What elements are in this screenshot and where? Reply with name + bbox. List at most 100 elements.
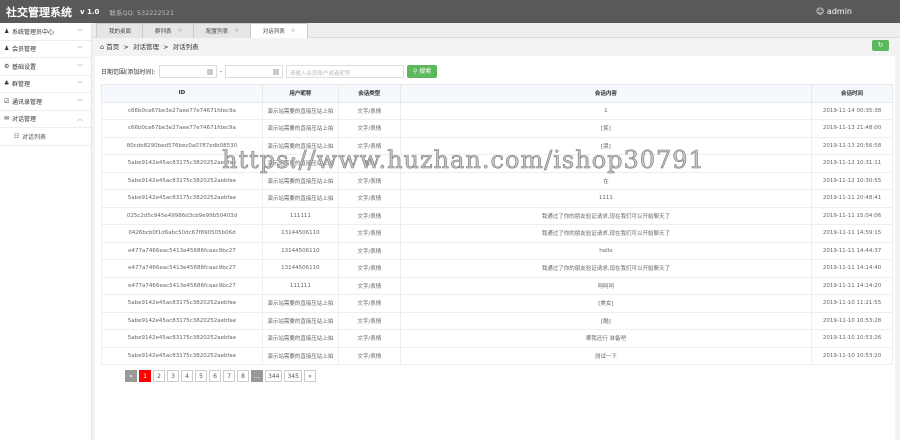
list-icon: ☷: [14, 132, 20, 140]
tab-item[interactable]: 群列表 ×: [142, 23, 196, 38]
sidebar-item-label: 群管理: [12, 81, 31, 89]
end-date-input[interactable]: [224, 65, 283, 78]
table-cell: 演示站需要的直接压站上拍: [261, 311, 339, 330]
tab-label: 配置列表: [206, 29, 229, 35]
sidebar-item[interactable]: ☑ 通讯录管理 ﹀: [0, 93, 91, 111]
table-cell: 5abe9142e45ac83175c3820252aebfae: [101, 329, 263, 348]
table-cell: 演示站需要的直接压站上拍: [261, 154, 339, 173]
table-cell: 2019-11-11 14:44:37: [811, 241, 893, 260]
table-cell: 文字/表情: [337, 329, 401, 348]
sidebar-item[interactable]: ♟ 系统管理员中心 ﹀: [0, 23, 91, 41]
user-icon: ♟: [4, 27, 10, 35]
app-version: v 1.0: [80, 7, 100, 16]
page-button[interactable]: 4: [181, 370, 193, 382]
sidebar-item-label: 通讯录管理: [12, 98, 43, 106]
sidebar-subitem-dialog-list[interactable]: ☷ 对话列表: [0, 128, 91, 146]
column-header[interactable]: 会话时间: [811, 84, 893, 103]
table-cell: 演示站需要的直接压站上拍: [261, 189, 339, 208]
page-button[interactable]: 2: [153, 370, 165, 382]
column-header[interactable]: 会话类型: [337, 84, 401, 103]
table-cell: e477a7466eac5413e45686fcaac9bc27: [101, 276, 263, 295]
date-dash: -: [219, 68, 222, 75]
table-cell: 呵呵呵: [399, 276, 813, 295]
close-icon[interactable]: ×: [234, 28, 239, 34]
table-row: 5abe9142e45ac83175c3820252aebfae 演示站需要的直接…: [101, 154, 893, 173]
sidebar-item-label: 系统管理员中心: [12, 28, 55, 36]
breadcrumb-level2: 对话列表: [172, 43, 199, 51]
tab-item[interactable]: 对话列表 ×: [249, 23, 309, 38]
sidebar-item[interactable]: ⚙ 基础设置 ﹀: [0, 58, 91, 76]
table-cell: 2019-11-10 10:53:26: [811, 329, 893, 348]
chevron-down-icon: ﹀: [76, 46, 83, 54]
table-cell: 111111: [261, 276, 339, 295]
page-button[interactable]: 1: [139, 370, 151, 382]
breadcrumb-level1[interactable]: 对话管理: [133, 43, 159, 51]
breadcrumb-sep: >: [163, 43, 169, 51]
page-button[interactable]: 6: [209, 370, 221, 382]
table-cell: 5abe9142e45ac83175c3820252aebfae: [101, 346, 263, 365]
page-button[interactable]: 3: [167, 370, 179, 382]
table-cell: 我通过了你的朋友验证请求,现在我们可以开始聊天了: [399, 206, 813, 225]
chat-icon: ✉: [4, 115, 10, 123]
next-page-button[interactable]: »: [303, 370, 316, 382]
chevron-down-icon: ﹀: [76, 98, 83, 106]
page-button[interactable]: 8: [237, 370, 249, 382]
table-cell: 1: [399, 101, 813, 120]
keyword-input[interactable]: 请输入会员账户或者昵称: [285, 65, 404, 78]
page-button[interactable]: 344: [265, 370, 283, 382]
tab-item[interactable]: 配置列表 ×: [193, 23, 252, 38]
table-cell: 2019-11-11 14:14:20: [811, 276, 893, 295]
page-button[interactable]: 345: [284, 370, 302, 382]
sidebar-item[interactable]: ♟ 会员管理 ﹀: [0, 41, 91, 58]
table-cell: 1111: [399, 189, 813, 208]
table-cell: 13144506110: [261, 241, 339, 260]
table-cell: 图片: [337, 154, 401, 173]
search-button[interactable]: ⚲ 搜索: [406, 65, 438, 78]
sidebar-item[interactable]: ✉ 对话管理 ︿: [0, 111, 91, 128]
table-cell: hello: [399, 241, 813, 260]
table-cell: c66b0ca67be3e27aee77e74671fdec9a: [101, 119, 263, 138]
table-row: e477a7466eac5413e45686fcaac9bc27 111111 文字…: [101, 276, 893, 295]
table-cell: 80cde8290bed576bec0a0787edb08530: [101, 136, 263, 155]
tab-item[interactable]: 我的桌面: [96, 23, 145, 38]
sidebar-item-label: 对话管理: [12, 116, 37, 124]
breadcrumb: ⌂ 首页 > 对话管理 > 对话列表: [100, 41, 199, 51]
refresh-button[interactable]: ↻: [872, 40, 889, 51]
table-row: 5abe9142e45ac83175c3820252aebfae 演示站需要的直接…: [101, 346, 893, 365]
sidebar-item[interactable]: ♣ 群管理 ﹀: [0, 76, 91, 93]
table-cell: 文字/表情: [337, 294, 401, 313]
table-cell: 13144506110: [261, 224, 339, 243]
calendar-icon: [206, 69, 213, 75]
table-cell: 025c2d5c945e49986d3cb9e99b50403d: [101, 206, 263, 225]
user-menu[interactable]: ☺ admin: [816, 7, 852, 16]
user-name: admin: [826, 7, 852, 16]
table-cell: 文字/表情: [337, 206, 401, 225]
close-icon[interactable]: ×: [178, 28, 183, 34]
user-icon: ☺: [816, 7, 827, 16]
tab-label: 对话列表: [262, 29, 285, 35]
start-date-input[interactable]: [158, 65, 217, 78]
group-icon: ♣: [4, 80, 10, 88]
prev-page-button[interactable]: «: [125, 370, 137, 382]
table-cell: 演示站需要的直接压站上拍: [261, 136, 339, 155]
table-cell: 2019-11-10 11:21:55: [811, 294, 893, 313]
column-header[interactable]: 用户昵称: [261, 84, 339, 103]
table-cell: 2019-11-14 00:35:38: [811, 101, 893, 120]
breadcrumb-home[interactable]: 首页: [106, 43, 119, 51]
table-cell: e477a7466eac5413e45686fcaac9bc27: [101, 241, 263, 260]
column-header[interactable]: 会话内容: [399, 84, 813, 103]
page-button[interactable]: 7: [223, 370, 235, 382]
table-cell: 13144506110: [261, 259, 339, 278]
table-row: e477a7466eac5413e45686fcaac9bc27 13144506…: [101, 241, 893, 260]
close-icon[interactable]: ×: [291, 28, 296, 34]
column-header[interactable]: ID: [101, 84, 263, 103]
breadcrumb-sep: >: [123, 43, 129, 51]
page-button[interactable]: 5: [195, 370, 207, 382]
table-cell: [399, 154, 813, 173]
table-row: 025c2d5c945e49986d3cb9e99b50403d 111111 文字…: [101, 206, 893, 225]
sidebar-item-label: 基础设置: [12, 63, 37, 71]
table-cell: [美女]: [399, 294, 813, 313]
filter-bar: 日期范围(添加时间): - 请输入会员账户或者昵称 ⚲ 搜索: [101, 65, 438, 78]
table-cell: 5abe9142e45ac83175c3820252aebfae: [101, 171, 263, 190]
table-cell: 文字/表情: [337, 259, 401, 278]
